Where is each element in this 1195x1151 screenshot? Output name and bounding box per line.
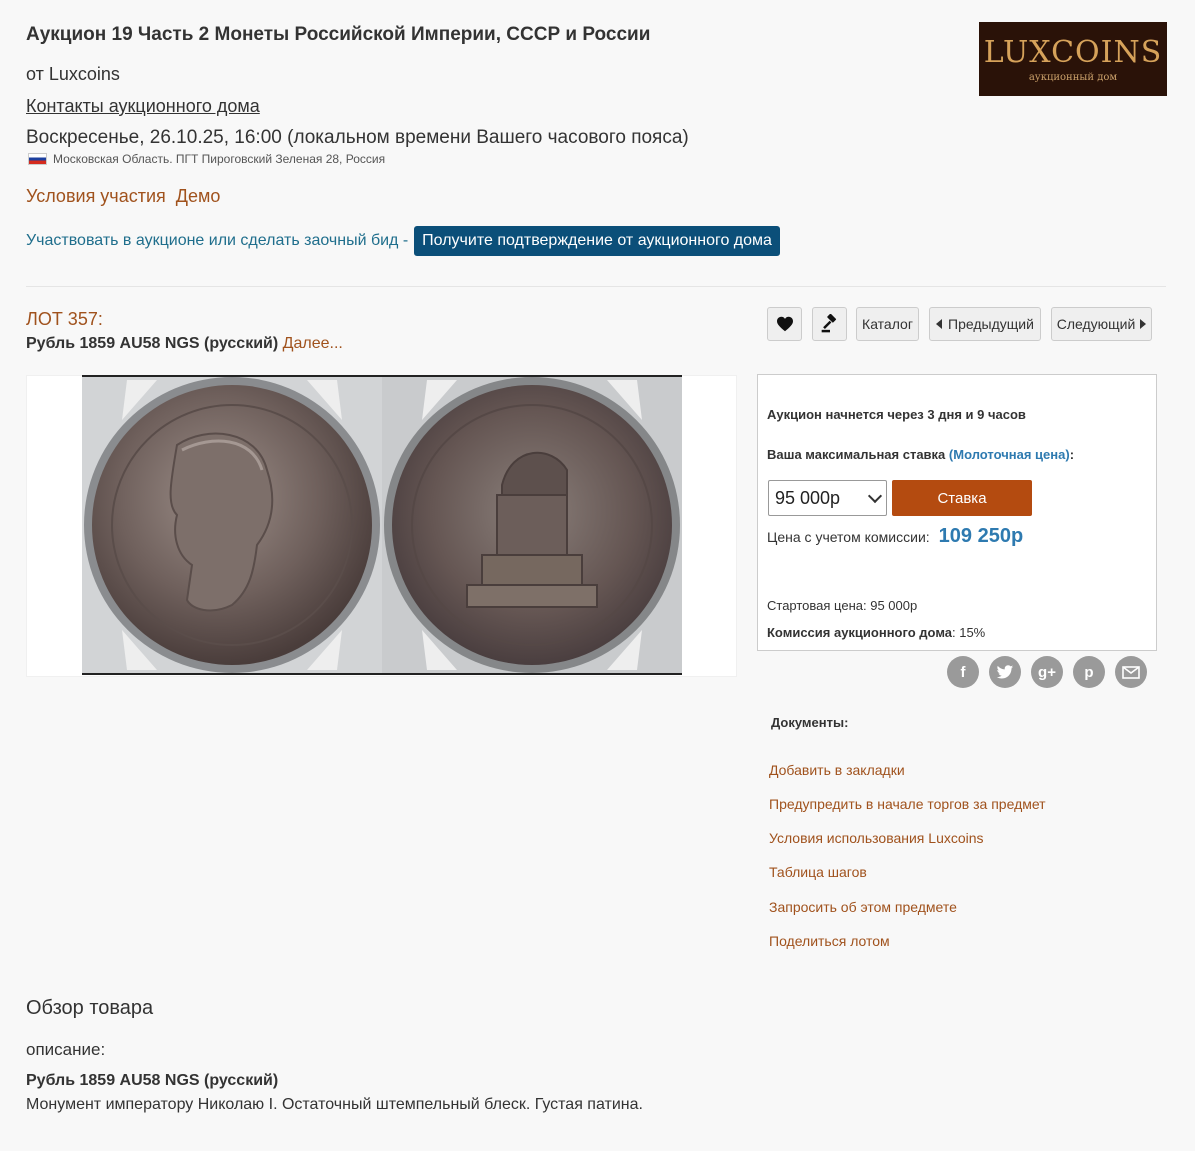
russia-flag-icon — [28, 153, 47, 165]
twitter-icon[interactable] — [989, 656, 1021, 688]
participate-link[interactable]: Участвовать в аукционе или сделать заочн… — [26, 232, 408, 250]
doc-link-bookmark[interactable]: Добавить в закладки — [769, 762, 905, 778]
bid-amount-value: 95 000р — [775, 487, 841, 508]
commission-row: Комиссия аукционного дома: 15% — [767, 625, 985, 640]
max-bid-label: Ваша максимальная ставка (Молоточная цен… — [767, 447, 1074, 462]
place-bid-button[interactable]: Ставка — [892, 480, 1032, 516]
price-with-commission: Цена с учетом комиссии: 109 250р — [767, 525, 1023, 548]
doc-link-share[interactable]: Поделиться лотом — [769, 933, 890, 949]
chevron-down-icon — [867, 488, 883, 503]
auction-datetime: Воскресенье, 26.10.25, 16:00 (локальном … — [26, 127, 689, 148]
description-label: описание: — [26, 1040, 106, 1059]
start-price: Стартовая цена: 95 000р — [767, 598, 918, 613]
previous-button[interactable]: Предыдущий — [929, 307, 1041, 341]
doc-link-steps-table[interactable]: Таблица шагов — [769, 864, 867, 880]
triangle-left-icon — [936, 319, 943, 329]
bid-alert-button[interactable] — [812, 307, 847, 341]
doc-link-terms[interactable]: Условия использования Luxcoins — [769, 830, 984, 846]
participate-row: Участвовать в аукционе или сделать заочн… — [26, 226, 780, 256]
googleplus-icon[interactable]: g+ — [1031, 656, 1063, 688]
gavel-icon — [821, 314, 836, 333]
max-bid-text: Ваша максимальная ставка — [767, 447, 946, 462]
auction-location: Московская Область. ПГТ Пироговский Зеле… — [28, 152, 385, 166]
lot-number: ЛОТ 357: — [26, 309, 103, 329]
doc-link-notify[interactable]: Предупредить в начале торгов за предмет — [769, 796, 1046, 812]
terms-link[interactable]: Условия участия — [26, 186, 166, 207]
commission-value: : 15% — [952, 625, 986, 640]
twitter-bird-glyph — [996, 664, 1014, 678]
description-title: Рубль 1859 AU58 NGS (русский) — [26, 1072, 279, 1089]
terms-row: Условия участия Демо — [26, 186, 220, 207]
lot-more-link[interactable]: Далее... — [283, 335, 343, 352]
logo-subtitle: аукционный дом — [1028, 72, 1118, 83]
triangle-right-icon — [1140, 319, 1147, 329]
heart-icon — [776, 316, 793, 332]
documents-title: Документы: — [771, 715, 849, 730]
price-with-commission-value: 109 250р — [938, 525, 1024, 547]
next-button[interactable]: Следующий — [1051, 307, 1152, 341]
overview-title: Обзор товара — [26, 997, 154, 1019]
hammer-price-link[interactable]: (Молоточная цена) — [949, 447, 1070, 462]
lot-title: Рубль 1859 AU58 NGS (русский) Далее... — [26, 335, 343, 353]
bid-amount-select[interactable]: 95 000р — [768, 480, 887, 516]
pinterest-icon[interactable]: p — [1073, 656, 1105, 688]
next-label: Следующий — [1056, 316, 1136, 332]
contacts-link[interactable]: Контакты аукционного дома — [26, 96, 260, 117]
location-text: Московская Область. ПГТ Пироговский Зеле… — [53, 152, 386, 166]
divider — [26, 286, 1166, 287]
demo-link[interactable]: Демо — [176, 186, 221, 207]
auction-starts-in: Аукцион начнется через 3 дня и 9 часов — [767, 407, 1026, 422]
facebook-icon[interactable]: f — [947, 656, 979, 688]
email-icon[interactable] — [1115, 656, 1147, 688]
favorite-button[interactable] — [767, 307, 802, 341]
lot-coin-image[interactable] — [82, 375, 682, 675]
get-confirmation-button[interactable]: Получите подтверждение от аукционного до… — [414, 226, 780, 256]
auction-title: Аукцион 19 Часть 2 Монеты Российской Имп… — [26, 24, 651, 45]
luxcoins-logo[interactable]: LUXCOINS аукционный дом — [979, 22, 1167, 96]
doc-link-inquire[interactable]: Запросить об этом предмете — [769, 899, 957, 915]
catalog-button[interactable]: Каталог — [856, 307, 919, 341]
envelope-glyph — [1122, 665, 1140, 679]
logo-wordmark: LUXCOINS — [983, 35, 1163, 70]
previous-label: Предыдущий — [948, 316, 1034, 332]
description-text: Монумент императору Николаю I. Остаточны… — [26, 1096, 643, 1113]
price-with-commission-label: Цена с учетом комиссии: — [767, 529, 930, 545]
auction-house-name: от Luxcoins — [26, 64, 120, 84]
commission-label: Комиссия аукционного дома — [767, 625, 952, 640]
lot-title-text: Рубль 1859 AU58 NGS (русский) — [26, 335, 279, 352]
max-bid-colon: : — [1069, 447, 1075, 462]
